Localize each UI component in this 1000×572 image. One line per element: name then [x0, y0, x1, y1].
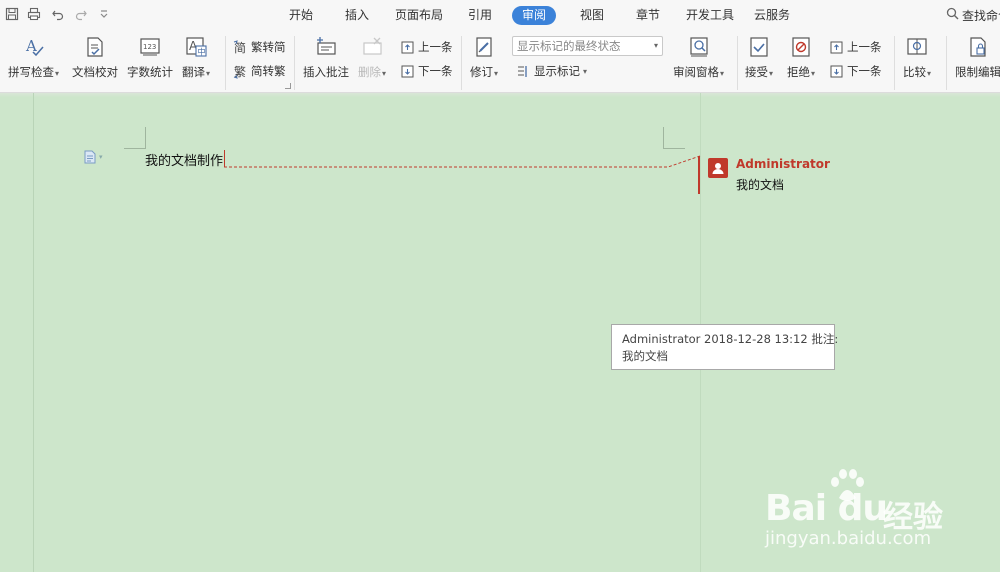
comment-tooltip: Administrator 2018-12-28 13:12 批注: 我的文档 — [611, 324, 839, 370]
tooltip-text: 我的文档 — [622, 349, 668, 363]
comment-text[interactable]: 我的文档 — [736, 176, 784, 193]
tooltip-header: Administrator 2018-12-28 13:12 批注: — [622, 332, 839, 346]
user-avatar-icon — [708, 158, 728, 178]
baidu-watermark: Bai du 经验 jingyan.baidu.com — [765, 468, 990, 549]
comment-balloon[interactable]: Administrator 我的文档 — [698, 156, 830, 194]
watermark-logo-text: Bai du — [765, 488, 888, 529]
watermark-url: jingyan.baidu.com — [765, 528, 932, 549]
comment-author: Administrator — [736, 157, 830, 171]
paw-icon — [831, 469, 864, 501]
